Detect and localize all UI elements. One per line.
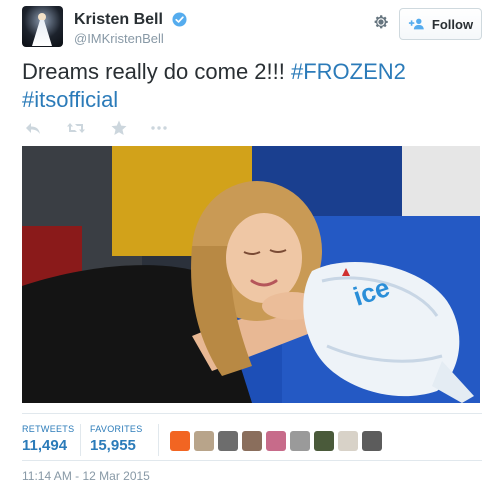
favoriter-avatar[interactable] xyxy=(314,431,334,451)
tweet-stats: RETWEETS 11,494 FAVORITES 15,955 xyxy=(22,424,482,458)
follow-label: Follow xyxy=(431,16,474,32)
tweet-photo[interactable]: ice xyxy=(22,146,480,403)
tweet-header: Kristen Bell @IMKristenBell Follow xyxy=(22,6,482,50)
gear-icon[interactable] xyxy=(372,13,390,31)
reply-icon[interactable] xyxy=(24,119,42,137)
photo-illustration: ice xyxy=(22,146,480,403)
follow-button[interactable]: Follow xyxy=(399,8,482,40)
author-name[interactable]: Kristen Bell xyxy=(74,11,163,29)
favoriter-avatar[interactable] xyxy=(362,431,382,451)
favoriter-avatar[interactable] xyxy=(194,431,214,451)
author-handle[interactable]: @IMKristenBell xyxy=(74,31,164,46)
favoriter-avatar[interactable] xyxy=(290,431,310,451)
favoriter-avatar[interactable] xyxy=(218,431,238,451)
favorite-star-icon[interactable] xyxy=(110,119,128,137)
divider-top xyxy=(22,413,482,414)
divider-bottom xyxy=(22,460,482,461)
verified-badge-icon xyxy=(172,12,187,27)
tweet-text: Dreams really do come 2!!! #FROZEN2 #its… xyxy=(22,58,482,114)
tweet-body: Dreams really do come 2!!! xyxy=(22,59,291,84)
stats-divider xyxy=(158,424,159,456)
favoriter-avatar[interactable] xyxy=(338,431,358,451)
stats-divider xyxy=(80,424,81,456)
retweet-icon[interactable] xyxy=(66,119,86,137)
more-icon[interactable] xyxy=(150,119,168,137)
favoriter-avatar[interactable] xyxy=(266,431,286,451)
favorites-label[interactable]: FAVORITES xyxy=(90,424,143,434)
hashtag-itsofficial[interactable]: #itsofficial xyxy=(22,87,118,112)
favoriters-avatars xyxy=(170,431,382,451)
hashtag-frozen2[interactable]: #FROZEN2 xyxy=(291,59,406,84)
avatar-figure-head xyxy=(38,13,46,21)
retweets-count[interactable]: 11,494 xyxy=(22,437,67,454)
favoriter-avatar[interactable] xyxy=(242,431,262,451)
avatar[interactable] xyxy=(22,6,63,47)
favorites-count[interactable]: 15,955 xyxy=(90,437,136,454)
tweet-timestamp[interactable]: 11:14 AM - 12 Mar 2015 xyxy=(22,469,150,483)
retweets-label[interactable]: RETWEETS xyxy=(22,424,74,434)
favoriter-avatar[interactable] xyxy=(170,431,190,451)
add-user-icon xyxy=(408,18,424,30)
tweet-actions xyxy=(22,119,222,139)
avatar-figure-dress xyxy=(32,20,52,46)
